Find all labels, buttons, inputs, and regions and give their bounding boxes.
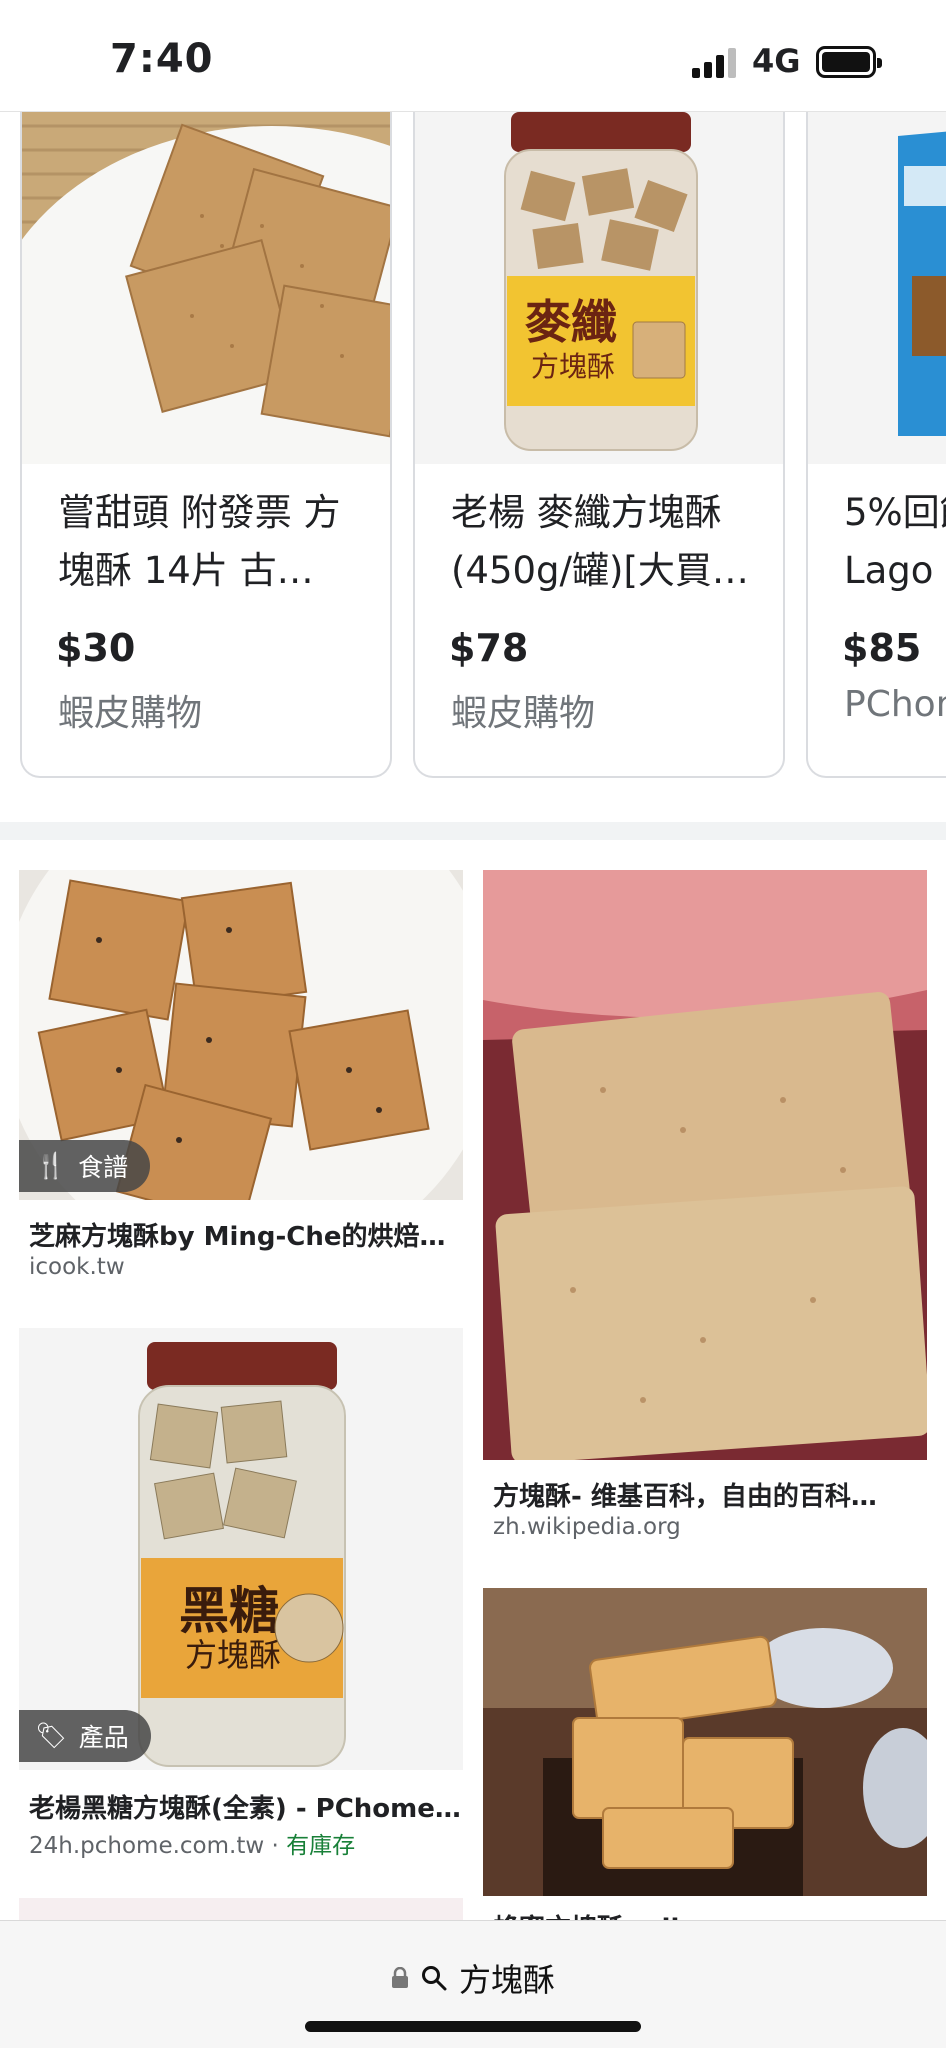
product-seller: 蝦皮購物 (451, 693, 596, 734)
jar-label-line2: 方塊酥 (185, 1636, 281, 1674)
product-seller: 蝦皮購物 (58, 693, 203, 734)
stock-status: 有庫存 (286, 1833, 356, 1859)
product-image[interactable] (22, 112, 390, 464)
product-price: $85 (842, 626, 922, 670)
fork-knife-icon: 🍴 (35, 1151, 67, 1180)
result-title[interactable]: 老楊黑糖方塊酥(全素) - PChome… (29, 1788, 461, 1825)
chip-label: 產品 (78, 1723, 129, 1752)
status-bar: 7:40 4G (0, 0, 946, 112)
home-indicator[interactable] (305, 2021, 641, 2032)
image-result[interactable]: 方塊酥- 维基百科，自由的百科… zh.wikipedia.org (483, 870, 927, 1550)
address-bar[interactable]: 方塊酥 (0, 1920, 946, 2048)
result-domain[interactable]: 24h.pchome.com.tw · 有庫存 (29, 1826, 355, 1860)
battery-icon (816, 46, 882, 78)
tag-icon: 🏷 (35, 1721, 67, 1750)
search-icon (421, 1966, 447, 1991)
status-time: 7:40 (110, 36, 214, 82)
result-image[interactable]: 黑糖 方塊酥 🏷 產品 (19, 1328, 463, 1770)
cellular-signal-icon (692, 48, 738, 78)
product-price: $78 (449, 626, 529, 670)
image-result[interactable]: 蜂蜜方塊酥 - dieu (483, 1588, 927, 1944)
result-domain[interactable]: icook.tw (29, 1254, 125, 1280)
section-divider (0, 822, 946, 840)
product-title[interactable]: 5%回饋 Lago 義 (844, 484, 946, 600)
result-domain[interactable]: zh.wikipedia.org (493, 1514, 681, 1540)
result-title[interactable]: 方塊酥- 维基百科，自由的百科… (493, 1476, 877, 1513)
recipe-chip: 🍴 食譜 (19, 1140, 151, 1192)
domain-separator: · (264, 1833, 287, 1859)
product-title[interactable]: 嘗甜頭 附發票 方 塊酥 14片 古… (58, 484, 370, 600)
result-image[interactable] (483, 870, 927, 1460)
product-image[interactable]: 麥纖 方塊酥 (415, 112, 783, 464)
url-field[interactable]: 方塊酥 (0, 1955, 946, 2001)
image-result[interactable]: 🍴 食譜 芝麻方塊酥by Ming-Che的烘焙… icook.tw (19, 870, 463, 1290)
image-result[interactable]: 黑糖 方塊酥 🏷 產品 老楊黑糖方塊酥(全素) - PChome… 24h.pc… (19, 1328, 463, 1860)
lock-icon (391, 1967, 408, 1988)
result-image[interactable] (483, 1588, 927, 1896)
result-image[interactable] (19, 1898, 463, 1920)
product-card[interactable]: 5%回饋 Lago 義 $85 PChome (806, 112, 946, 778)
product-card[interactable]: 麥纖 方塊酥 老楊 麥纖方塊酥 (450g/罐)[大買… $78 蝦皮購物 (413, 112, 785, 778)
jar-label-line2: 方塊酥 (531, 350, 615, 383)
product-image[interactable] (808, 112, 946, 464)
product-seller: PChome (844, 684, 946, 725)
image-result[interactable] (19, 1898, 463, 1920)
chip-label: 食譜 (78, 1153, 129, 1182)
result-domain-text: 24h.pchome.com.tw (29, 1833, 265, 1859)
network-type: 4G (752, 42, 801, 80)
product-title[interactable]: 老楊 麥纖方塊酥 (450g/罐)[大買… (451, 484, 763, 600)
product-chip: 🏷 產品 (19, 1710, 151, 1762)
result-title[interactable]: 芝麻方塊酥by Ming-Che的烘焙… (29, 1216, 446, 1253)
jar-label-line1: 黑糖 (179, 1581, 279, 1640)
product-card[interactable]: 嘗甜頭 附發票 方 塊酥 14片 古… $30 蝦皮購物 (20, 112, 392, 778)
product-price: $30 (56, 626, 136, 670)
search-query: 方塊酥 (458, 1961, 555, 1999)
result-image[interactable]: 🍴 食譜 (19, 870, 463, 1200)
jar-label-line1: 麥纖 (525, 295, 617, 349)
shopping-carousel[interactable]: 嘗甜頭 附發票 方 塊酥 14片 古… $30 蝦皮購物 麥纖 方塊酥 老楊 麥… (0, 112, 946, 822)
